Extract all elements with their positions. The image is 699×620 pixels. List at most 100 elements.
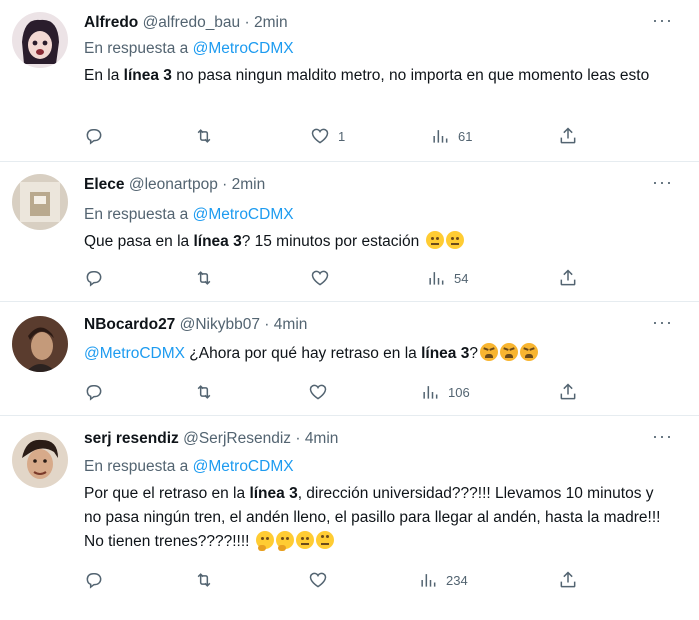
tweet-header: Elece @leonartpop · 2min xyxy=(84,176,265,194)
reply-button[interactable] xyxy=(84,380,104,404)
like-button[interactable]: 1 xyxy=(310,124,345,148)
user-handle[interactable]: @SerjResendiz xyxy=(183,430,291,447)
eye-roll-emoji-icon xyxy=(315,531,334,549)
retweet-icon xyxy=(197,129,211,143)
avatar[interactable] xyxy=(12,432,68,488)
text-part: ? 15 minutos por estación xyxy=(241,233,424,250)
user-handle[interactable]: @Nikybb07 xyxy=(180,316,260,333)
thinking-face-emoji-icon xyxy=(255,531,274,551)
tired-face-emoji-icon xyxy=(519,343,538,361)
display-name[interactable]: NBocardo27 xyxy=(84,316,175,333)
avatar[interactable] xyxy=(12,316,68,372)
mention-link[interactable]: @MetroCDMX xyxy=(84,345,185,362)
text-part: ¿Ahora por qué hay retraso en la xyxy=(185,345,422,362)
tweet-text: Que pasa en la línea 3? 15 minutos por e… xyxy=(84,230,680,254)
timestamp[interactable]: 4min xyxy=(274,316,308,333)
views-button[interactable]: 234 xyxy=(418,568,468,592)
timestamp[interactable]: 4min xyxy=(305,430,339,447)
reply-context: En respuesta a @MetroCDMX xyxy=(84,458,294,476)
text-bold: línea 3 xyxy=(249,485,298,502)
like-button[interactable] xyxy=(308,380,328,404)
views-chart-icon xyxy=(421,574,436,587)
tweet-text: Por que el retraso en la línea 3, direcc… xyxy=(84,482,674,554)
neutral-face-emoji-icon xyxy=(425,231,444,249)
like-button[interactable] xyxy=(308,568,328,592)
retweet-button[interactable] xyxy=(194,380,214,404)
avatar[interactable] xyxy=(12,174,68,230)
share-button[interactable] xyxy=(558,380,578,404)
share-button[interactable] xyxy=(558,266,578,290)
reply-mention-link[interactable]: @MetroCDMX xyxy=(193,206,294,223)
display-name[interactable]: Elece xyxy=(84,176,125,193)
views-button[interactable]: 106 xyxy=(420,380,470,404)
views-count: 61 xyxy=(458,128,473,144)
tweet-4[interactable]: serj resendiz @SerjResendiz · 4min ··· E… xyxy=(0,416,699,620)
tweet-feed: Alfredo @alfredo_bau · 2min ··· En respu… xyxy=(0,0,699,620)
text-part: Que pasa en la xyxy=(84,233,194,250)
heart-icon xyxy=(309,384,327,400)
like-button[interactable] xyxy=(310,266,330,290)
separator: · xyxy=(244,14,250,31)
retweet-button[interactable] xyxy=(194,568,214,592)
tired-face-emoji-icon xyxy=(479,343,498,361)
tweet-3[interactable]: NBocardo27 @Nikybb07 · 4min ··· @MetroCD… xyxy=(0,302,699,416)
like-count: 1 xyxy=(338,128,346,144)
expressionless-face-emoji-icon xyxy=(295,531,314,549)
text-part: ? xyxy=(469,345,478,362)
retweet-button[interactable] xyxy=(194,266,214,290)
reply-button[interactable] xyxy=(84,266,104,290)
tweet-actions: 1 61 xyxy=(84,124,584,148)
views-chart-icon xyxy=(433,130,448,143)
text-bold: línea 3 xyxy=(421,345,470,362)
retweet-button[interactable] xyxy=(194,124,214,148)
tweet-1[interactable]: Alfredo @alfredo_bau · 2min ··· En respu… xyxy=(0,0,699,162)
reply-mention-link[interactable]: @MetroCDMX xyxy=(193,458,294,475)
views-chart-icon xyxy=(429,272,444,285)
separator: · xyxy=(222,176,228,193)
more-dots-icon[interactable]: ··· xyxy=(652,172,673,193)
tweet-actions: 234 xyxy=(84,568,584,592)
text-part: En la xyxy=(84,67,124,84)
share-icon xyxy=(560,269,576,286)
tweet-header: NBocardo27 @Nikybb07 · 4min xyxy=(84,316,307,334)
thinking-face-emoji-icon xyxy=(275,531,294,551)
text-part: Por que el retraso en la xyxy=(84,485,250,502)
share-icon xyxy=(560,127,576,144)
tweet-actions: 106 xyxy=(84,380,584,404)
reply-context: En respuesta a @MetroCDMX xyxy=(84,206,294,224)
more-dots-icon[interactable]: ··· xyxy=(652,426,673,447)
timestamp[interactable]: 2min xyxy=(254,14,288,31)
heart-icon xyxy=(311,270,329,286)
views-button[interactable]: 54 xyxy=(426,266,468,290)
reply-icon xyxy=(86,385,102,401)
avatar[interactable] xyxy=(12,12,68,68)
display-name[interactable]: Alfredo xyxy=(84,14,138,31)
tweet-text: En la línea 3 no pasa ningun maldito met… xyxy=(84,64,680,88)
user-handle[interactable]: @alfredo_bau xyxy=(143,14,241,31)
more-dots-icon[interactable]: ··· xyxy=(652,10,673,31)
reply-button[interactable] xyxy=(84,568,104,592)
views-button[interactable]: 61 xyxy=(430,124,472,148)
heart-icon xyxy=(311,128,329,144)
share-button[interactable] xyxy=(558,124,578,148)
tweet-2[interactable]: Elece @leonartpop · 2min ··· En respuest… xyxy=(0,162,699,302)
retweet-icon xyxy=(197,385,211,399)
separator: · xyxy=(295,430,301,447)
user-handle[interactable]: @leonartpop xyxy=(129,176,218,193)
heart-icon xyxy=(309,572,327,588)
reply-icon xyxy=(86,129,102,145)
tweet-actions: 54 xyxy=(84,266,584,290)
reply-icon xyxy=(86,271,102,287)
tweet-text: @MetroCDMX ¿Ahora por qué hay retraso en… xyxy=(84,342,680,366)
reply-button[interactable] xyxy=(84,124,104,148)
share-button[interactable] xyxy=(558,568,578,592)
neutral-face-emoji-icon xyxy=(445,231,464,249)
share-icon xyxy=(560,571,576,588)
more-dots-icon[interactable]: ··· xyxy=(652,312,673,333)
display-name[interactable]: serj resendiz xyxy=(84,430,179,447)
timestamp[interactable]: 2min xyxy=(232,176,266,193)
reply-prefix: En respuesta a xyxy=(84,458,189,475)
reply-mention-link[interactable]: @MetroCDMX xyxy=(193,40,294,57)
text-bold: línea 3 xyxy=(193,233,242,250)
views-count: 54 xyxy=(454,270,469,286)
